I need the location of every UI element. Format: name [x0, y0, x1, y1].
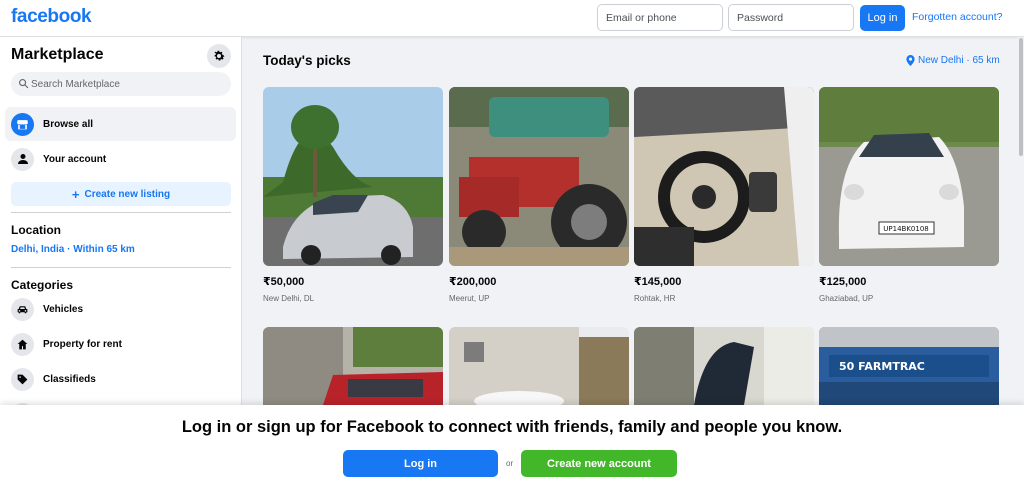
location-filter-link[interactable]: Delhi, India · Within 65 km [11, 244, 135, 255]
category-label: Classifieds [43, 373, 96, 385]
location-tag-label: New Delhi · 65 km [918, 55, 1000, 66]
categories-title: Categories [11, 278, 74, 292]
category-classifieds[interactable]: Classifieds [5, 362, 236, 396]
settings-button[interactable] [207, 44, 231, 68]
category-label: Vehicles [43, 303, 84, 315]
plus-icon: + [71, 186, 80, 202]
or-separator: or [506, 459, 514, 468]
svg-text:50 FARMTRAC: 50 FARMTRAC [839, 360, 925, 373]
listing-price: ₹125,000 [819, 276, 867, 288]
create-listing-label: Create new listing [84, 188, 171, 200]
listing-price: ₹50,000 [263, 276, 305, 288]
listing-location: Meerut, UP [449, 294, 490, 303]
marketplace-search[interactable] [11, 72, 231, 96]
listing-card[interactable]: ₹50,000 New Delhi, DL [263, 87, 443, 303]
divider [11, 267, 231, 268]
sidebar-item-label: Your account [43, 153, 107, 165]
listing-location: Rohtak, HR [634, 294, 676, 303]
password-field[interactable] [728, 4, 854, 31]
house-icon [11, 332, 34, 356]
search-icon [19, 79, 29, 89]
divider [11, 212, 231, 213]
listing-price: ₹200,000 [449, 276, 497, 288]
login-banner: Log in or sign up for Facebook to connec… [0, 405, 1024, 482]
listing-image[interactable] [263, 87, 443, 266]
tag-icon [11, 367, 34, 391]
svg-text:UP14BK0108: UP14BK0108 [883, 225, 928, 233]
email-field[interactable] [597, 4, 723, 31]
category-vehicles[interactable]: Vehicles [5, 292, 236, 326]
page-title: Today's picks [263, 53, 351, 68]
scrollbar-thumb[interactable] [1019, 38, 1023, 156]
sidebar-item-browse-all[interactable]: Browse all [5, 107, 236, 141]
location-title: Location [11, 223, 61, 237]
listing-card[interactable]: ₹200,000 Meerut, UP [449, 87, 629, 303]
listing-card[interactable]: ₹145,000 Rohtak, HR [634, 87, 814, 303]
listing-card[interactable] [263, 327, 443, 405]
gear-icon [214, 50, 225, 61]
category-property-for-rent[interactable]: Property for rent [5, 327, 236, 361]
header-login-button[interactable]: Log in [860, 5, 905, 31]
listing-card[interactable] [634, 327, 814, 405]
listing-image[interactable] [634, 87, 814, 266]
sidebar-title: Marketplace [11, 46, 104, 63]
sidebar-item-label: Browse all [43, 118, 94, 130]
category-label: Property for rent [43, 338, 122, 350]
listing-location: New Delhi, DL [263, 294, 315, 303]
location-tag[interactable]: New Delhi · 65 km [906, 55, 1000, 66]
listing-card[interactable]: 50 FARMTRAC [819, 327, 999, 405]
sidebar-item-your-account[interactable]: Your account [5, 142, 236, 176]
search-input[interactable] [31, 72, 226, 96]
banner-login-button[interactable]: Log in [343, 450, 498, 477]
car-icon [11, 297, 34, 321]
banner-message: Log in or sign up for Facebook to connec… [181, 418, 843, 436]
location-pin-icon [906, 55, 915, 66]
top-bar: facebook Log in Forgotten account? [0, 0, 1024, 37]
person-icon [11, 147, 34, 171]
forgot-account-link[interactable]: Forgotten account? [912, 11, 1002, 23]
storefront-icon [11, 112, 34, 136]
listing-image[interactable] [449, 87, 629, 266]
listing-image[interactable]: UP14BK0108 [819, 87, 999, 266]
listing-card[interactable]: UP14BK0108 ₹125,000 Ghaziabad, UP [819, 87, 999, 303]
create-listing-button[interactable]: + Create new listing [11, 182, 231, 206]
listing-card[interactable] [449, 327, 629, 405]
create-account-button[interactable]: Create new account [521, 450, 677, 477]
listing-price: ₹145,000 [634, 276, 682, 288]
facebook-logo[interactable]: facebook [11, 6, 92, 28]
listing-location: Ghaziabad, UP [819, 294, 874, 303]
